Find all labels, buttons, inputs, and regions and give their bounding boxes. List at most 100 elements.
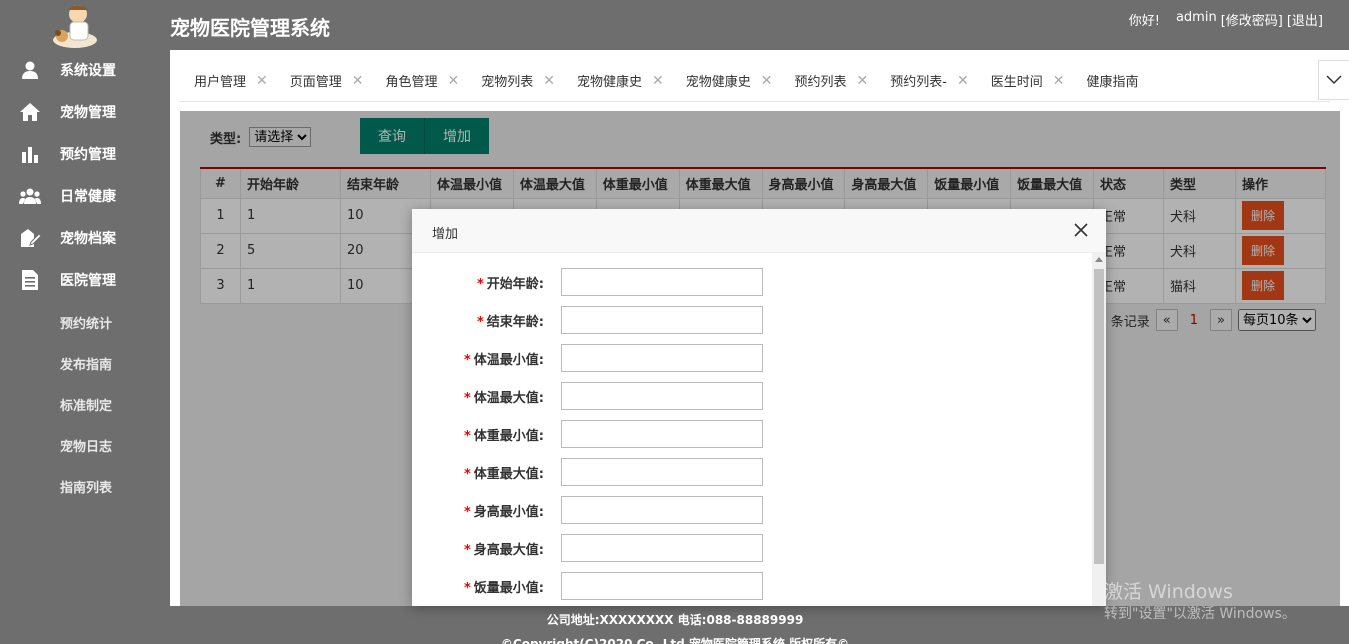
close-icon[interactable]: ✕: [857, 73, 869, 89]
sidebar-subitem-guide-list[interactable]: 指南列表: [60, 477, 112, 496]
tab-appointment-list[interactable]: 预约列表 ✕: [795, 61, 869, 101]
form-row-start-age: * 开始年龄:: [412, 267, 1092, 297]
footer-copyright: ©Copyright(C)2020 Co.,Ltd 宠物医院管理系统 版权所有©: [500, 637, 850, 644]
food-min-input[interactable]: [561, 572, 763, 600]
close-icon[interactable]: [1070, 219, 1092, 241]
required-mark: *: [463, 580, 471, 596]
required-mark: *: [463, 390, 471, 406]
bar-chart-icon: [18, 142, 42, 166]
sidebar-item-label: 日常健康: [60, 189, 116, 205]
sidebar-subitem-pet-log[interactable]: 宠物日志: [60, 436, 112, 455]
form-row-weight-min: * 体重最小值:: [412, 419, 1092, 449]
dialog-title: 增加: [432, 227, 459, 242]
sidebar-item-pet-management[interactable]: 宠物管理: [0, 95, 170, 129]
height-max-input[interactable]: [561, 534, 763, 562]
sidebar-item-label: 宠物管理: [60, 105, 116, 121]
tab-label: 宠物健康史: [577, 75, 643, 90]
field-label-text: 体温最小值:: [473, 352, 544, 368]
sidebar-item-appointment-management[interactable]: 预约管理: [0, 137, 170, 171]
tab-label: 用户管理: [194, 75, 247, 90]
scroll-thumb[interactable]: [1094, 269, 1104, 564]
sidebar-subitem-appointment-stats[interactable]: 预约统计: [60, 313, 112, 332]
start-age-input[interactable]: [561, 268, 763, 296]
sidebar-item-label: 宠物档案: [60, 231, 116, 247]
close-icon[interactable]: ✕: [1053, 73, 1065, 89]
field-label: * 身高最大值:: [412, 539, 552, 558]
tab-role-management[interactable]: 角色管理 ✕: [386, 61, 460, 101]
close-icon[interactable]: ✕: [957, 73, 969, 89]
close-icon[interactable]: ✕: [448, 73, 460, 89]
close-icon[interactable]: ✕: [652, 73, 664, 89]
required-mark: *: [463, 466, 471, 482]
logo-icon: [48, 0, 102, 50]
change-password-link[interactable]: [修改密码]: [1221, 10, 1283, 29]
tab-bar: 用户管理 ✕ 页面管理 ✕ 角色管理 ✕ 宠物列表 ✕ 宠物健康史 ✕ 宠物健康史 ✕ 预约…: [180, 60, 1349, 102]
close-icon[interactable]: ✕: [256, 73, 268, 89]
field-label-text: 开始年龄:: [486, 276, 544, 292]
form-row-height-max: * 身高最大值:: [412, 533, 1092, 563]
tab-label: 宠物健康史: [685, 75, 751, 90]
field-label-text: 身高最小值:: [473, 504, 544, 520]
close-icon[interactable]: ✕: [352, 73, 364, 89]
form-row-height-min: * 身高最小值:: [412, 495, 1092, 525]
add-dialog: 增加 * 开始年龄: * 结束年龄: * 体温最小值: * 体温最大值: * 体重最小值:…: [412, 209, 1106, 606]
tab-health-guide[interactable]: 健康指南: [1086, 61, 1138, 101]
sidebar: 系统设置 宠物管理 预约管理 日常健康 宠物档案 医院管理 预约统计 发布指南 …: [0, 0, 170, 644]
field-label: * 体温最小值:: [412, 349, 552, 368]
tab-label: 页面管理: [289, 75, 342, 90]
sidebar-subitem-publish-guide[interactable]: 发布指南: [60, 354, 112, 373]
tab-pet-health-history[interactable]: 宠物健康史 ✕: [577, 61, 664, 101]
footer: 公司地址:XXXXXXXX 电话:088-88889999 ©Copyright…: [170, 606, 1180, 644]
form-row-end-age: * 结束年龄:: [412, 305, 1092, 335]
tab-pet-health-history-2[interactable]: 宠物健康史 ✕: [686, 61, 773, 101]
tab-pet-list[interactable]: 宠物列表 ✕: [481, 61, 555, 101]
tab-user-management[interactable]: 用户管理 ✕: [194, 61, 268, 101]
tab-page-management[interactable]: 页面管理 ✕: [290, 61, 364, 101]
logout-link[interactable]: [退出]: [1287, 10, 1323, 29]
tab-label: 角色管理: [385, 75, 438, 90]
height-min-input[interactable]: [561, 496, 763, 524]
edit-doc-icon: [18, 226, 42, 250]
field-label-text: 体重最大值:: [473, 466, 544, 482]
group-icon: [18, 184, 42, 208]
field-label-text: 体重最小值:: [473, 428, 544, 444]
field-label-text: 结束年龄:: [486, 314, 544, 330]
field-label: * 体重最小值:: [412, 425, 552, 444]
required-mark: *: [463, 504, 471, 520]
close-icon[interactable]: ✕: [761, 73, 773, 89]
user-area: 你好! admin [修改密码] [退出]: [1129, 10, 1323, 29]
sidebar-item-hospital-management[interactable]: 医院管理: [0, 263, 170, 297]
field-label: * 结束年龄:: [412, 311, 552, 330]
tab-label: 健康指南: [1086, 75, 1139, 90]
footer-address: 公司地址:XXXXXXXX 电话:088-88889999: [546, 613, 804, 627]
weight-min-input[interactable]: [561, 420, 763, 448]
form-row-weight-max: * 体重最大值:: [412, 457, 1092, 487]
required-mark: *: [463, 428, 471, 444]
tab-more-button[interactable]: [1318, 60, 1349, 100]
field-label: * 饭量最小值:: [412, 577, 552, 596]
scroll-up-arrow-icon[interactable]: [1095, 257, 1103, 262]
dialog-scrollbar[interactable]: [1092, 253, 1106, 606]
temp-max-input[interactable]: [561, 382, 763, 410]
sidebar-item-label: 医院管理: [60, 273, 116, 289]
tab-label: 宠物列表: [481, 75, 534, 90]
activation-watermark-title: 激活 Windows: [1104, 581, 1233, 603]
username: admin: [1175, 10, 1217, 25]
close-icon[interactable]: ✕: [543, 73, 555, 89]
form-row-temp-max: * 体温最大值:: [412, 381, 1092, 411]
temp-min-input[interactable]: [561, 344, 763, 372]
sidebar-item-pet-records[interactable]: 宠物档案: [0, 221, 170, 255]
weight-max-input[interactable]: [561, 458, 763, 486]
sidebar-subitem-standards[interactable]: 标准制定: [60, 395, 112, 414]
field-label-text: 身高最大值:: [473, 542, 544, 558]
sidebar-item-daily-health[interactable]: 日常健康: [0, 179, 170, 213]
tab-doctor-time[interactable]: 医生时间 ✕: [991, 61, 1065, 101]
dialog-header: 增加: [412, 209, 1106, 253]
end-age-input[interactable]: [561, 306, 763, 334]
tab-appointment-list-2[interactable]: 预约列表- ✕: [890, 61, 968, 101]
field-label-text: 饭量最小值:: [473, 580, 544, 596]
field-label: * 身高最小值:: [412, 501, 552, 520]
dialog-body: * 开始年龄: * 结束年龄: * 体温最小值: * 体温最大值: * 体重最小值: * 体…: [412, 253, 1092, 606]
sidebar-item-system-settings[interactable]: 系统设置: [0, 53, 170, 87]
form-row-temp-min: * 体温最小值:: [412, 343, 1092, 373]
